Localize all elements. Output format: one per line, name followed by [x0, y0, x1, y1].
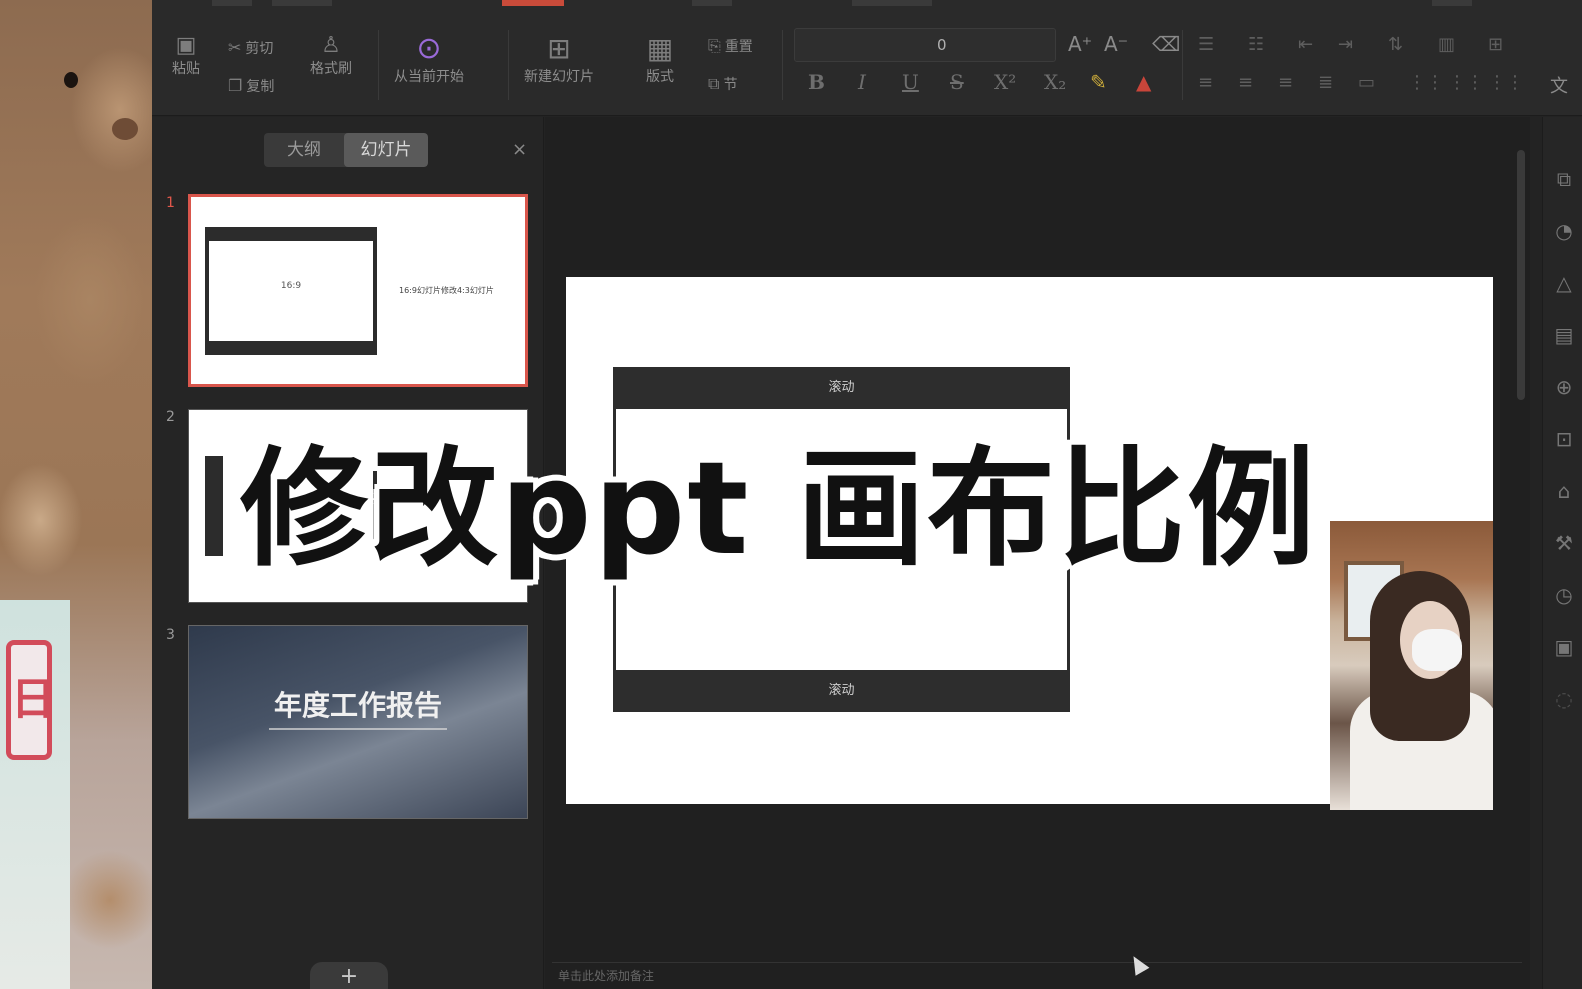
section-button[interactable]: ⧉ 节: [708, 72, 737, 96]
thumb-title: 年度工作报告: [273, 689, 442, 722]
layout-icon: ▦: [646, 32, 674, 65]
tab-outline[interactable]: 大纲: [264, 133, 344, 167]
bold-button[interactable]: B: [808, 70, 825, 94]
section-icon: ⧉: [708, 74, 720, 93]
new-slide-button[interactable]: ⊞ 新建幻灯片: [524, 32, 594, 86]
slide-number: 3: [166, 627, 175, 643]
decrease-font-icon[interactable]: A⁻: [1104, 32, 1128, 56]
font-size-field[interactable]: 0: [794, 28, 1056, 62]
numbering-icon[interactable]: ☷: [1248, 34, 1264, 55]
menu-item[interactable]: [1432, 0, 1472, 6]
copy-icon: ❐: [228, 76, 243, 95]
distribute-objects-icon[interactable]: ⋮⋮: [1488, 72, 1524, 93]
plush-eye: [64, 72, 78, 88]
canvas-scrollbar[interactable]: [1517, 150, 1525, 400]
italic-button[interactable]: I: [858, 70, 866, 94]
menu-item[interactable]: [272, 0, 332, 6]
columns-icon[interactable]: ▥: [1438, 34, 1455, 55]
slide-thumbnail-3[interactable]: 年度工作报告: [188, 625, 528, 819]
image-icon[interactable]: ▣: [1549, 635, 1579, 659]
divider: [378, 30, 379, 100]
cut-button[interactable]: ✂ 剪切: [228, 36, 273, 60]
line-spacing-icon[interactable]: ⇅: [1388, 34, 1403, 55]
brush-icon: ♙: [321, 33, 341, 58]
text-direction-icon[interactable]: ⊞: [1488, 34, 1503, 55]
superscript-button[interactable]: X²: [994, 70, 1016, 94]
menu-item[interactable]: [852, 0, 932, 6]
layout-button[interactable]: ▦ 版式: [646, 32, 674, 86]
bullets-icon[interactable]: ☰: [1198, 34, 1214, 55]
notes-bar[interactable]: 单击此处添加备注: [552, 962, 1522, 989]
thumb-caption: 16:9幻灯片修改4:3幻灯片: [399, 286, 494, 295]
clear-format-icon[interactable]: ⌫: [1152, 32, 1180, 56]
reset-button[interactable]: ⎘ 重置: [708, 34, 753, 58]
distribute-icon[interactable]: ▭: [1358, 72, 1375, 93]
subscript-button[interactable]: X₂: [1044, 70, 1066, 94]
divider: [508, 30, 509, 100]
screen: 日 ▣ 粘贴 ✂ 剪切 ❐ 复制 ♙ 格式刷 ⊙ 从当前开始 ⊞ 新建幻灯片 ▦…: [0, 0, 1582, 989]
fill-icon[interactable]: △: [1549, 271, 1579, 295]
new-slide-icon: ⊞: [547, 32, 571, 65]
download-icon[interactable]: ⊕: [1549, 375, 1579, 399]
slide-number: 1: [166, 195, 175, 211]
frame-bottom-bar: 滚动: [613, 670, 1070, 712]
pane-view-toggle: 大纲 幻灯片: [264, 133, 428, 167]
close-pane-icon[interactable]: ×: [512, 139, 527, 160]
paste-icon: ▣: [175, 33, 197, 58]
more-icon[interactable]: 文: [1550, 72, 1568, 98]
divider: [1182, 30, 1183, 100]
slide-thumbnail-1[interactable]: 16:9 16:9幻灯片修改4:3幻灯片: [188, 194, 528, 387]
indent-decrease-icon[interactable]: ⇤: [1298, 34, 1313, 55]
copy-button[interactable]: ❐ 复制: [228, 74, 274, 98]
format-painter-button[interactable]: ♙ 格式刷: [310, 34, 352, 78]
thumb-frame-label: 16:9: [280, 281, 302, 291]
increase-font-icon[interactable]: A⁺: [1068, 32, 1092, 56]
reset-icon: ⎘: [708, 36, 721, 55]
thumb-frame: 16:9: [205, 227, 377, 355]
add-slide-button[interactable]: +: [310, 962, 388, 989]
chart-icon[interactable]: ▤: [1549, 323, 1579, 347]
highlight-icon[interactable]: ✎: [1090, 70, 1107, 94]
arrange-icon[interactable]: ⋮⋮: [1408, 72, 1444, 93]
align-right-icon[interactable]: ≡: [1278, 72, 1293, 93]
align-center-icon[interactable]: ≡: [1238, 72, 1253, 93]
align-left-icon[interactable]: ≡: [1198, 72, 1213, 93]
strikethrough-button[interactable]: S: [950, 70, 964, 94]
align-objects-icon[interactable]: ⋮⋮: [1448, 72, 1484, 93]
underline-button[interactable]: U: [902, 70, 919, 94]
menu-item[interactable]: [212, 0, 252, 6]
play-icon: ⊙: [416, 31, 442, 66]
menu-item[interactable]: [692, 0, 732, 6]
indent-increase-icon[interactable]: ⇥: [1338, 34, 1353, 55]
webcam-inset: [1330, 521, 1493, 810]
scissors-icon: ✂: [228, 38, 242, 57]
justify-icon[interactable]: ≣: [1318, 72, 1333, 93]
thumb-divider: [269, 728, 447, 730]
settings-icon[interactable]: ◌: [1549, 687, 1579, 711]
active-tab[interactable]: [502, 0, 564, 6]
font-color-icon[interactable]: ▲: [1136, 70, 1151, 94]
pillow-print: 日: [6, 640, 55, 760]
history-icon[interactable]: ◷: [1549, 583, 1579, 607]
paste-button[interactable]: ▣ 粘贴: [172, 34, 200, 78]
play-from-current-button[interactable]: ⊙ 从当前开始: [394, 32, 464, 86]
plush-nose: [112, 118, 138, 140]
shapes-icon[interactable]: ◔: [1549, 219, 1579, 243]
frame-top-bar: 滚动: [613, 367, 1070, 409]
divider: [782, 30, 783, 100]
face-mask: [1412, 629, 1462, 671]
tab-slides[interactable]: 幻灯片: [344, 133, 428, 167]
caption-title: 修改ppt 画布比例: [240, 435, 1317, 584]
ribbon-toolbar: ▣ 粘贴 ✂ 剪切 ❐ 复制 ♙ 格式刷 ⊙ 从当前开始 ⊞ 新建幻灯片 ▦ 版…: [152, 0, 1582, 116]
object-icon[interactable]: ⧉: [1549, 167, 1579, 191]
